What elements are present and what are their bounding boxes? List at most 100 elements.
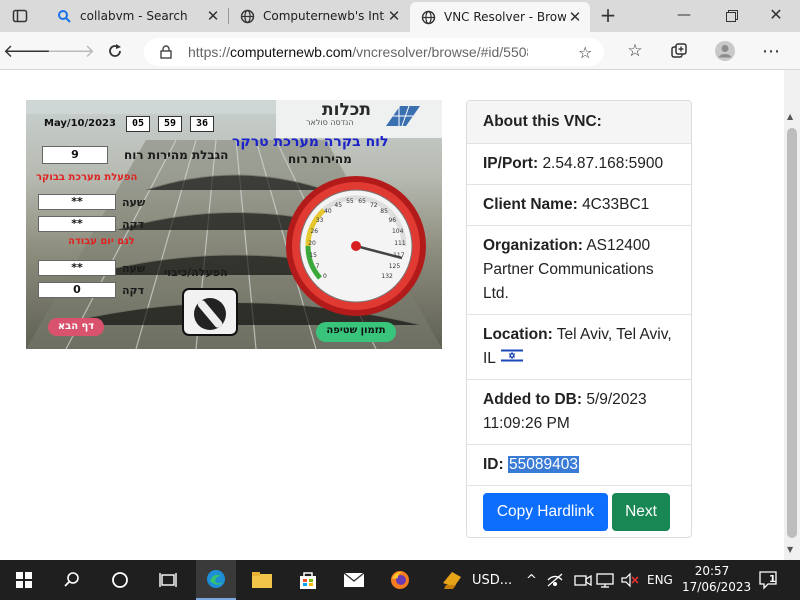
language-indicator[interactable]: ENG — [647, 560, 673, 600]
vnc-wind-speed-label: מהירות רוח — [288, 152, 352, 166]
taskbar-clock[interactable]: 20:57 17/06/2023 — [682, 563, 752, 595]
edge-taskbar-icon[interactable] — [196, 560, 236, 600]
tab-search[interactable]: collabvm - Search ✕ — [46, 0, 228, 32]
vnc-brand-subtitle: הנדסה סולאר — [306, 118, 354, 127]
gauge-tick-label: 20 — [308, 239, 316, 247]
scroll-down-icon[interactable]: ▼ — [787, 545, 793, 554]
vnc-minute-field-2[interactable]: 0 — [38, 282, 116, 298]
usd-app-label[interactable]: USD... — [472, 560, 512, 600]
copy-hardlink-button[interactable]: Copy Hardlink — [483, 493, 608, 531]
gauge-tick-label: 132 — [381, 273, 393, 281]
next-button[interactable]: Next — [612, 493, 670, 531]
address-bar[interactable]: https://computernewb.com/vncresolver/bro… — [144, 38, 604, 66]
forward-button[interactable]: 🡒 — [47, 36, 95, 66]
more-options-icon[interactable]: ⋯ — [756, 36, 786, 66]
minimize-button[interactable]: — — [672, 4, 696, 28]
vnc-info-card: About this VNC: IP/Port: 2.54.87.168:590… — [466, 100, 692, 538]
gauge-tick-label: 7 — [315, 263, 320, 271]
add-favorite-icon[interactable]: ☆ — [578, 43, 592, 62]
vnc-dashboard-title: לוח בקרה מערכת טרקר — [232, 134, 389, 150]
gauge-tick-label: 96 — [388, 217, 397, 225]
org-value-line-1: AS12400 — [586, 237, 651, 254]
location-row: Location: Tel Aviv, Tel Aviv, IL — [467, 314, 691, 379]
client-label: Client Name: — [483, 196, 578, 213]
vnc-minute-field-1[interactable]: ** — [38, 216, 116, 232]
tab-vnc-resolver[interactable]: VNC Resolver - Brow ✕ — [410, 2, 590, 32]
mail-icon[interactable] — [334, 560, 374, 600]
added-time: 11:09:26 PM — [483, 415, 570, 432]
favorites-icon[interactable]: ☆ — [620, 36, 650, 66]
taskbar-date: 17/06/2023 — [682, 580, 752, 594]
taskbar-time: 20:57 — [694, 564, 730, 578]
collections-icon[interactable] — [664, 36, 694, 66]
tab-title: collabvm - Search — [80, 9, 188, 23]
ip-value: 2.54.87.168:5900 — [542, 155, 664, 172]
client-value: 4C33BC1 — [582, 196, 650, 213]
url-text: https://computernewb.com/vncresolver/bro… — [188, 44, 528, 60]
tab-actions-icon[interactable] — [10, 6, 30, 26]
lock-icon[interactable] — [160, 45, 172, 63]
refresh-button[interactable] — [100, 36, 130, 66]
tab-computernewb[interactable]: Computernewb's Inte ✕ — [229, 0, 409, 32]
added-date: 5/9/2023 — [586, 391, 647, 408]
org-value-line-2: Partner Communications — [483, 261, 654, 278]
camera-icon[interactable] — [574, 560, 592, 600]
gauge-tick-label: 117 — [393, 252, 405, 260]
vnc-wash-timer-button[interactable]: תזמון שטיפה — [316, 322, 396, 342]
new-tab-button[interactable]: + — [596, 4, 620, 28]
network-disconnected-icon[interactable] — [546, 560, 564, 600]
vnc-hour-field-1[interactable]: ** — [38, 194, 116, 210]
vnc-clock-minutes: 59 — [158, 116, 182, 132]
search-icon — [56, 8, 72, 24]
tab-title: VNC Resolver - Brow — [444, 10, 566, 24]
ip-row: IP/Port: 2.54.87.168:5900 — [467, 143, 691, 184]
url-scheme: https:// — [188, 44, 231, 60]
vnc-end-day-label: לנם יום עבודה — [68, 236, 135, 247]
vnc-hour-field-2[interactable]: ** — [38, 260, 116, 276]
profile-avatar[interactable] — [710, 36, 740, 66]
gauge-tick-label: 125 — [388, 263, 401, 271]
search-icon[interactable] — [52, 560, 92, 600]
file-explorer-icon[interactable] — [242, 560, 282, 600]
id-value[interactable]: 55089403 — [507, 456, 579, 473]
vnc-switch-label: הפעלה/כיבוי — [164, 266, 228, 279]
vnc-speed-limit-label: הגבלת מהירות רוח — [124, 148, 229, 162]
vnc-screenshot[interactable]: May/10/2023 05 59 36 תכלות הנדסה סולאר ל… — [26, 100, 442, 349]
back-button[interactable]: 🡐 — [3, 36, 51, 66]
power-switch-icon[interactable] — [182, 288, 238, 340]
task-view-icon[interactable] — [148, 560, 188, 600]
url-domain: computernewb.com — [230, 44, 353, 60]
close-icon[interactable]: ✕ — [385, 7, 403, 25]
close-icon[interactable]: ✕ — [566, 8, 584, 26]
scroll-up-icon[interactable]: ▲ — [787, 112, 793, 121]
notification-count-badge: 1 — [769, 574, 776, 585]
globe-icon — [420, 9, 436, 25]
client-row: Client Name: 4C33BC1 — [467, 184, 691, 225]
page-viewport: May/10/2023 05 59 36 תכלות הנדסה סולאר ל… — [0, 70, 784, 560]
cortana-icon[interactable] — [100, 560, 140, 600]
close-icon[interactable]: ✕ — [204, 7, 222, 25]
id-row: ID: 55089403 — [467, 444, 691, 485]
gauge-tick-label: 15 — [309, 252, 317, 260]
vnc-speed-input[interactable]: 9 — [42, 146, 108, 164]
gauge-tick-label: 26 — [310, 228, 319, 236]
id-label: ID: — [483, 456, 504, 473]
store-icon[interactable] — [288, 560, 328, 600]
monitor-icon[interactable] — [596, 560, 614, 600]
solar-logo-icon — [382, 102, 422, 134]
firefox-icon[interactable] — [380, 560, 420, 600]
location-value-line-2: IL — [483, 350, 496, 368]
org-label: Organization: — [483, 237, 583, 254]
close-window-button[interactable]: ✕ — [764, 4, 788, 28]
start-button[interactable] — [4, 560, 44, 600]
usd-app-icon[interactable] — [432, 560, 472, 600]
globe-icon — [239, 8, 255, 24]
gauge-tick-label: 40 — [324, 208, 332, 216]
volume-muted-icon[interactable] — [620, 560, 640, 600]
maximize-button[interactable] — [720, 6, 744, 26]
vnc-minute-label-1: דקה — [122, 218, 145, 231]
vnc-next-page-button[interactable]: דף הבא — [48, 318, 104, 336]
show-hidden-icons[interactable]: ^ — [526, 560, 537, 600]
israel-flag-icon — [500, 347, 523, 371]
scrollbar-thumb[interactable] — [787, 128, 797, 538]
